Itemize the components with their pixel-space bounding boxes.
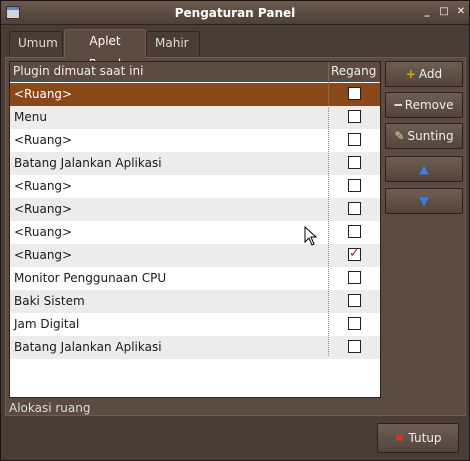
- stretch-checkbox[interactable]: [348, 110, 361, 123]
- list-header: Plugin dimuat saat ini Regang: [10, 62, 380, 82]
- column-divider: [328, 82, 329, 356]
- list-item[interactable]: Batang Jalankan Aplikasi: [10, 336, 380, 359]
- stretch-checkbox[interactable]: [348, 87, 361, 100]
- list-item[interactable]: Jam Digital: [10, 313, 380, 336]
- edit-button[interactable]: ✎ Sunting: [385, 123, 463, 149]
- tab-mahir[interactable]: Mahir: [146, 31, 200, 56]
- plus-icon: +: [405, 67, 416, 81]
- mouse-pointer-icon: [304, 226, 318, 246]
- plugin-name: <Ruang>: [14, 202, 73, 216]
- plugin-name: <Ruang>: [14, 225, 73, 239]
- stretch-checkbox[interactable]: [348, 202, 361, 215]
- plugin-name: Batang Jalankan Aplikasi: [14, 340, 162, 354]
- list-item[interactable]: <Ruang>: [10, 175, 380, 198]
- stretch-checkbox[interactable]: [348, 317, 361, 330]
- list-item[interactable]: Menu: [10, 106, 380, 129]
- maximize-icon[interactable]: □: [438, 6, 450, 18]
- plugin-name: Monitor Penggunaan CPU: [14, 271, 167, 285]
- stretch-checkbox[interactable]: [348, 179, 361, 192]
- plugin-name: Baki Sistem: [14, 294, 85, 308]
- close-button-label: Tutup: [408, 431, 442, 445]
- list-item[interactable]: <Ruang>: [10, 198, 380, 221]
- plugin-name: Batang Jalankan Aplikasi: [14, 156, 162, 170]
- status-text: Alokasi ruang: [9, 401, 91, 415]
- list-item[interactable]: Monitor Penggunaan CPU: [10, 267, 380, 290]
- plugin-name: <Ruang>: [14, 248, 73, 262]
- list-item[interactable]: <Ruang>: [10, 221, 380, 244]
- plugin-name: <Ruang>: [14, 87, 73, 101]
- stretch-checkbox[interactable]: [348, 225, 361, 238]
- stretch-checkbox[interactable]: [348, 133, 361, 146]
- title-bar[interactable]: Pengaturan Panel _ □ ✕: [1, 1, 469, 25]
- move-down-button[interactable]: ▼: [385, 188, 463, 214]
- list-item[interactable]: <Ruang>: [10, 244, 380, 267]
- close-icon: ✖: [394, 431, 405, 445]
- header-divider: [328, 62, 329, 82]
- tab-umum[interactable]: Umum: [9, 31, 63, 56]
- close-icon[interactable]: ✕: [455, 6, 467, 18]
- stretch-checkbox[interactable]: [348, 271, 361, 284]
- remove-button-label: Remove: [404, 98, 454, 112]
- plugin-name: <Ruang>: [14, 133, 73, 147]
- minimize-icon[interactable]: _: [421, 6, 433, 18]
- stretch-checkbox[interactable]: [348, 246, 361, 261]
- add-button[interactable]: + Add: [385, 61, 463, 87]
- stretch-checkbox[interactable]: [348, 156, 361, 169]
- stretch-checkbox[interactable]: [348, 340, 361, 353]
- list-item[interactable]: <Ruang>: [10, 129, 380, 152]
- plugin-name: <Ruang>: [14, 179, 73, 193]
- arrow-up-icon: ▲: [419, 162, 429, 176]
- add-button-label: Add: [418, 67, 443, 81]
- plugin-list[interactable]: Plugin dimuat saat ini Regang <Ruang> Men…: [9, 61, 381, 398]
- edit-icon: ✎: [394, 129, 405, 143]
- close-button[interactable]: ✖ Tutup: [377, 423, 459, 453]
- arrow-down-icon: ▼: [419, 194, 429, 208]
- panel-settings-window: Pengaturan Panel _ □ ✕ Umum Aplet Panel …: [0, 0, 470, 461]
- list-item[interactable]: Batang Jalankan Aplikasi: [10, 152, 380, 175]
- list-item[interactable]: Baki Sistem: [10, 290, 380, 313]
- column-header-stretch[interactable]: Regang: [331, 64, 376, 78]
- move-up-button[interactable]: ▲: [385, 156, 463, 182]
- column-header-plugin[interactable]: Plugin dimuat saat ini: [13, 64, 143, 78]
- minus-icon: ━: [394, 98, 402, 112]
- stretch-checkbox[interactable]: [348, 294, 361, 307]
- tab-aplet-panel[interactable]: Aplet Panel: [64, 29, 146, 71]
- edit-button-label: Sunting: [407, 129, 454, 143]
- window-title: Pengaturan Panel: [174, 6, 296, 20]
- plugin-name: Jam Digital: [14, 317, 80, 331]
- plugin-name: Menu: [14, 110, 47, 124]
- remove-button[interactable]: ━ Remove: [385, 92, 463, 118]
- list-item[interactable]: <Ruang>: [10, 83, 380, 106]
